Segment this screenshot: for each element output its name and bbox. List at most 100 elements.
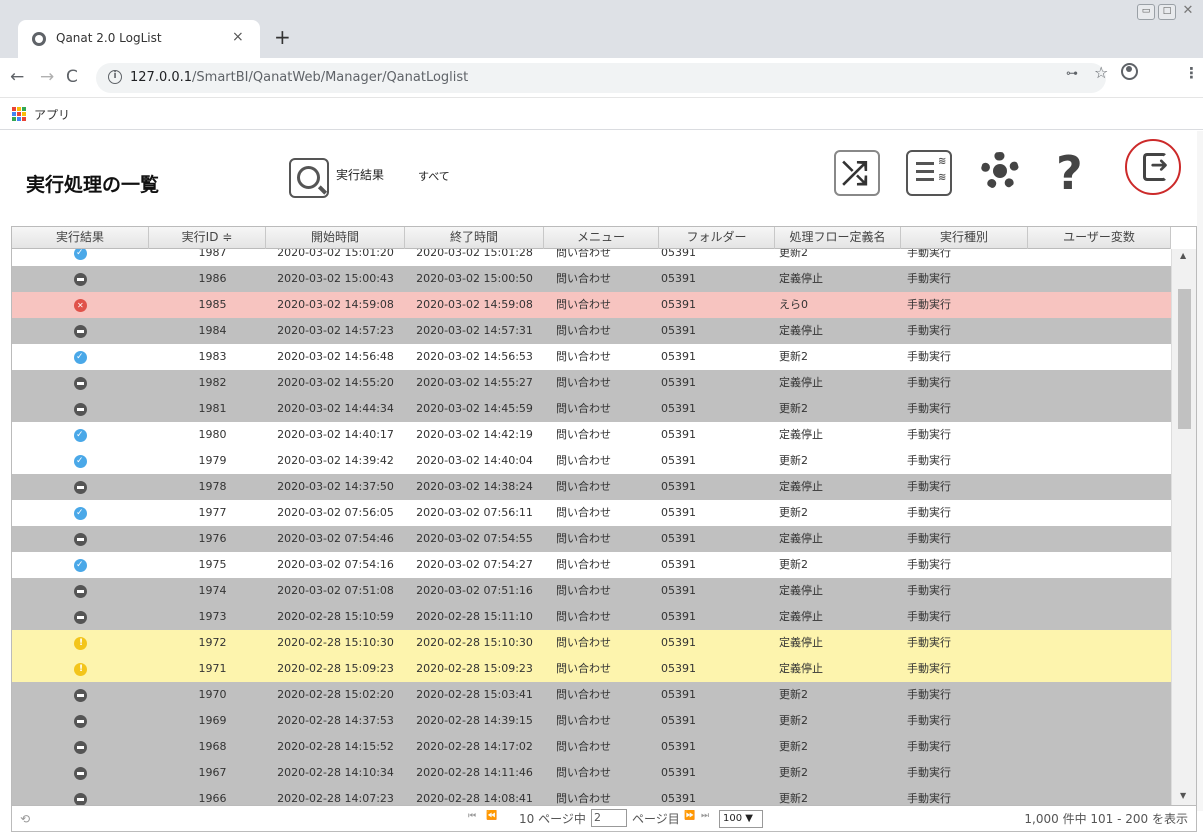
folder-cell: 05391 [661, 298, 696, 311]
table-row[interactable]: 1970 2020-02-28 15:02:20 2020-02-28 15:03:… [12, 682, 1171, 708]
apps-bookmark[interactable]: アプリ [34, 106, 70, 123]
menu-cell: 問い合わせ [556, 610, 611, 623]
menu-cell: 問い合わせ [556, 249, 611, 259]
table-row[interactable]: 1977 2020-03-02 07:56:05 2020-03-02 07:56:… [12, 500, 1171, 526]
col-header-start[interactable]: 開始時間 [266, 227, 405, 249]
table-row[interactable]: 1978 2020-03-02 14:37:50 2020-03-02 14:38:… [12, 474, 1171, 500]
col-header-folder[interactable]: フォルダー [659, 227, 775, 249]
page-size-select[interactable]: 100 ▼ [719, 810, 763, 828]
col-header-end[interactable]: 終了時間 [405, 227, 544, 249]
last-page-icon[interactable]: ⏭ [701, 811, 709, 821]
col-header-id[interactable]: 実行ID ≑ [149, 227, 266, 249]
back-icon[interactable]: ← [10, 67, 24, 87]
id-cell: 1986 [198, 272, 227, 285]
folder-cell: 05391 [661, 454, 696, 467]
pager-refresh-icon[interactable]: ⟲ [20, 812, 30, 826]
status-cell [12, 448, 149, 474]
table-row[interactable]: 1971 2020-02-28 15:09:23 2020-02-28 15:09:… [12, 656, 1171, 682]
info-icon[interactable]: i [108, 70, 122, 84]
flow-cell: 更新2 [779, 714, 808, 727]
flow-cell: 更新2 [779, 740, 808, 753]
key-icon[interactable]: ⊶ [1066, 66, 1078, 80]
maximize-icon[interactable]: □ [1158, 4, 1176, 20]
logout-button[interactable]: ➜ [1125, 139, 1181, 195]
star-icon[interactable]: ☆ [1094, 63, 1108, 82]
refresh-button[interactable]: ⤮ [834, 150, 880, 196]
minimize-icon[interactable]: ▭ [1137, 4, 1155, 20]
table-row[interactable]: 1987 2020-03-02 15:01:20 2020-03-02 15:01:… [12, 249, 1171, 266]
folder-cell: 05391 [661, 532, 696, 545]
next-page-icon[interactable]: ⏩ [684, 811, 695, 821]
table-row[interactable]: 1983 2020-03-02 14:56:48 2020-03-02 14:56:… [12, 344, 1171, 370]
table-row[interactable]: 1980 2020-03-02 14:40:17 2020-03-02 14:42:… [12, 422, 1171, 448]
table-row[interactable]: 1974 2020-03-02 07:51:08 2020-03-02 07:51:… [12, 578, 1171, 604]
prev-page-icon[interactable]: ⏪ [486, 811, 497, 821]
table-row[interactable]: 1967 2020-02-28 14:10:34 2020-02-28 14:11:… [12, 760, 1171, 786]
scroll-thumb[interactable] [1178, 289, 1191, 429]
new-tab-button[interactable]: + [274, 25, 291, 49]
status-cell [12, 630, 149, 656]
reload-icon[interactable]: C [66, 67, 78, 87]
filter-value: すべて [418, 170, 450, 183]
col-header-flow[interactable]: 処理フロー定義名 [775, 227, 901, 249]
id-cell: 1974 [198, 584, 227, 597]
tab-close-button[interactable]: × [232, 29, 244, 45]
table-row[interactable]: 1979 2020-03-02 14:39:42 2020-03-02 14:40:… [12, 448, 1171, 474]
close-icon[interactable]: ✕ [1179, 4, 1197, 20]
flow-cell: 更新2 [779, 688, 808, 701]
page-scrollbar[interactable] [1197, 131, 1203, 811]
menu-cell: 問い合わせ [556, 584, 611, 597]
col-header-result[interactable]: 実行結果 [12, 227, 149, 249]
address-bar[interactable]: i 127.0.0.1/SmartBI/QanatWeb/Manager/Qan… [96, 63, 1106, 93]
forward-icon[interactable]: → [40, 67, 54, 87]
globe-icon [32, 32, 46, 46]
table-row[interactable]: 1968 2020-02-28 14:15:52 2020-02-28 14:17:… [12, 734, 1171, 760]
records-summary: 1,000 件中 101 - 200 を表示 [1024, 812, 1188, 826]
table-row[interactable]: 1973 2020-02-28 15:10:59 2020-02-28 15:11:… [12, 604, 1171, 630]
col-header-kind[interactable]: 実行種別 [901, 227, 1028, 249]
settings-button[interactable] [979, 150, 1025, 196]
table-row[interactable]: 1976 2020-03-02 07:54:46 2020-03-02 07:54:… [12, 526, 1171, 552]
table-row[interactable]: 1975 2020-03-02 07:54:16 2020-03-02 07:54:… [12, 552, 1171, 578]
kind-cell: 手動実行 [907, 350, 951, 363]
start-time-cell: 2020-02-28 14:15:52 [277, 740, 394, 753]
scroll-up-icon[interactable]: ▲ [1180, 251, 1186, 260]
table-row[interactable]: 1972 2020-02-28 15:10:30 2020-02-28 15:10:… [12, 630, 1171, 656]
status-cell [12, 344, 149, 370]
end-time-cell: 2020-03-02 07:56:11 [416, 506, 533, 519]
flow-cell: 定義停止 [779, 636, 823, 649]
end-time-cell: 2020-02-28 15:11:10 [416, 610, 533, 623]
filter-search-button[interactable] [289, 158, 329, 198]
page-number-input[interactable]: 2 [591, 809, 627, 827]
flow-cell: 定義停止 [779, 610, 823, 623]
menu-cell: 問い合わせ [556, 662, 611, 675]
end-time-cell: 2020-03-02 15:01:28 [416, 249, 533, 259]
browser-tab[interactable]: Qanat 2.0 LogList × [18, 20, 260, 58]
grid-scrollbar[interactable]: ▲ ▼ [1171, 249, 1196, 805]
kind-cell: 手動実行 [907, 792, 951, 805]
table-row[interactable]: 1986 2020-03-02 15:00:43 2020-03-02 15:00:… [12, 266, 1171, 292]
table-row[interactable]: 1985 2020-03-02 14:59:08 2020-03-02 14:59:… [12, 292, 1171, 318]
table-row[interactable]: 1984 2020-03-02 14:57:23 2020-03-02 14:57:… [12, 318, 1171, 344]
table-row[interactable]: 1969 2020-02-28 14:37:53 2020-02-28 14:39:… [12, 708, 1171, 734]
scroll-down-icon[interactable]: ▼ [1180, 791, 1186, 800]
apps-icon[interactable] [12, 107, 26, 121]
stopped-icon [74, 792, 87, 805]
browser-toolbar: ← → C i 127.0.0.1/SmartBI/QanatWeb/Manag… [0, 58, 1203, 98]
col-header-menu[interactable]: メニュー [544, 227, 659, 249]
start-time-cell: 2020-03-02 07:54:46 [277, 532, 394, 545]
menu-icon[interactable]: ⋮ [1184, 64, 1199, 82]
table-row[interactable]: 1966 2020-02-28 14:07:23 2020-02-28 14:08:… [12, 786, 1171, 805]
uservars-cell [1028, 578, 1171, 604]
menu-cell: 問い合わせ [556, 714, 611, 727]
col-header-uservars[interactable]: ユーザー変数 [1028, 227, 1171, 249]
first-page-icon[interactable]: ⏮ [468, 811, 476, 821]
help-button[interactable]: ? [1050, 146, 1096, 200]
list-button[interactable]: ≋ ≋ [906, 150, 952, 196]
table-row[interactable]: 1982 2020-03-02 14:55:20 2020-03-02 14:55:… [12, 370, 1171, 396]
window-controls: ▭ □ ✕ [1137, 4, 1197, 20]
table-row[interactable]: 1981 2020-03-02 14:44:34 2020-03-02 14:45:… [12, 396, 1171, 422]
menu-cell: 問い合わせ [556, 558, 611, 571]
account-icon[interactable] [1121, 63, 1138, 80]
flow-cell: 定義停止 [779, 662, 823, 675]
